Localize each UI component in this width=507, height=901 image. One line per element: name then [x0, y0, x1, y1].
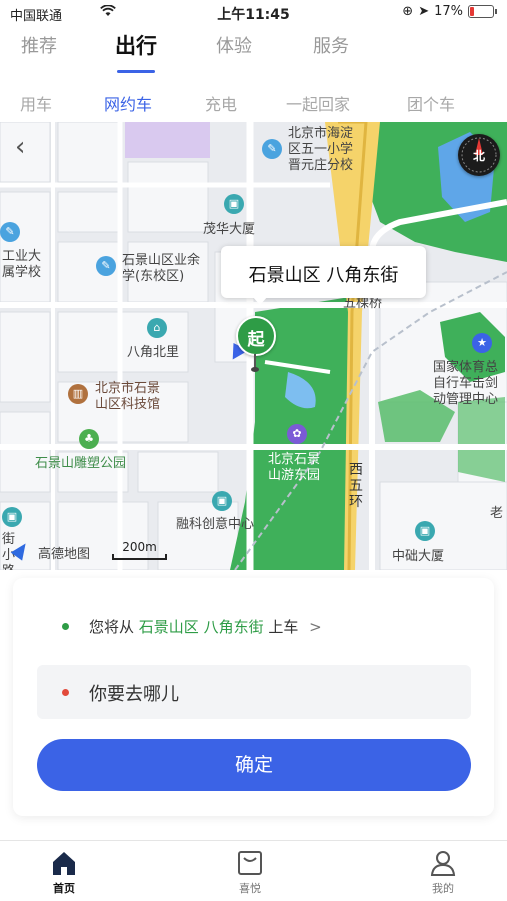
sports-poi-icon[interactable]: ★	[472, 333, 492, 353]
sub-tabs: 用车 网约车 充电 一起回家 团个车	[0, 80, 507, 122]
user-icon	[429, 849, 457, 877]
tab-me[interactable]: 我的	[403, 849, 483, 896]
back-arrow-icon[interactable]: ‹	[15, 134, 25, 160]
pickup-callout-text: 石景山区 八角东街	[248, 265, 399, 286]
tab-recommend[interactable]: 推荐	[21, 32, 57, 58]
subtab-car[interactable]: 用车	[20, 91, 52, 115]
map-scale: 200m	[112, 540, 167, 560]
museum-poi-icon[interactable]: ▥	[68, 384, 88, 404]
school-poi-icon[interactable]: ✎	[96, 256, 116, 276]
confirm-button[interactable]: 确定	[37, 739, 471, 791]
compass-icon[interactable]: 北	[458, 134, 500, 176]
tab-home-label: 首页	[53, 882, 75, 895]
map-label-zhongchu: 中础大厦	[392, 549, 445, 564]
school-poi-icon[interactable]: ✎	[262, 139, 282, 159]
map-label-right-edge: 老	[490, 506, 504, 521]
park-poi-icon[interactable]: ♣	[79, 429, 99, 449]
callout-pointer	[252, 296, 268, 305]
pickup-chevron-icon[interactable]: >	[309, 618, 322, 636]
tab-joy-label: 喜悦	[239, 882, 261, 895]
ride-request-panel: 您将从 石景山区 八角东街 上车 > 你要去哪儿 确定	[13, 578, 494, 816]
school-poi-icon[interactable]: ✎	[0, 222, 20, 242]
location-arrow-icon: ➤	[418, 4, 430, 19]
pin-dot	[251, 367, 259, 372]
battery-percent: 17%	[434, 4, 463, 19]
orientation-lock-icon: ⊕	[402, 4, 414, 19]
pickup-dot-icon	[62, 623, 69, 630]
map-brand: 高德地图	[38, 547, 91, 562]
subtab-ride-hailing[interactable]: 网约车	[104, 91, 152, 115]
map-label-maohua: 茂华大厦	[203, 222, 256, 237]
map-label-school-top: 北京市海淀 区五一小学 晋元庄分校	[288, 126, 354, 173]
pickup-prefix: 您将从	[89, 618, 135, 636]
status-bar: 中国联通 上午11:45 ⊕ ➤ 17%	[0, 0, 507, 26]
tab-me-label: 我的	[432, 882, 454, 895]
map-label-rongke: 融科创意中心	[176, 517, 255, 532]
subtab-group-ride[interactable]: 团个车	[407, 91, 455, 115]
destination-dot-icon	[62, 689, 69, 696]
park-poi-icon[interactable]: ✿	[287, 424, 307, 444]
map-label-cycling-center: 国家体育总 自行车击剑 动管理中心	[433, 360, 499, 407]
map-label-tech-museum: 北京市石景 山区科技馆	[95, 381, 161, 412]
subtab-charging[interactable]: 充电	[205, 91, 237, 115]
map-label-youdong-park: 北京石景 山游东园	[268, 452, 321, 483]
destination-placeholder: 你要去哪儿	[89, 684, 179, 705]
map-label-bajiao-north: 八角北里	[127, 345, 180, 360]
pickup-row[interactable]: 您将从 石景山区 八角东街 上车 >	[13, 606, 494, 646]
map-label-industry-school: 工业大 属学校	[2, 249, 42, 280]
pickup-callout[interactable]: 石景山区 八角东街	[221, 246, 426, 298]
building-poi-icon[interactable]: ▣	[2, 507, 22, 527]
tab-experience[interactable]: 体验	[216, 32, 252, 58]
subtab-go-home-together[interactable]: 一起回家	[286, 91, 350, 115]
building-poi-icon[interactable]: ▣	[224, 194, 244, 214]
pickup-suffix: 上车	[268, 618, 299, 636]
residence-poi-icon[interactable]: ⌂	[147, 318, 167, 338]
map-view[interactable]: 北京市海淀 区五一小学 晋元庄分校 茂华大厦 工业大 属学校 石景山区业余 学(…	[0, 122, 507, 570]
bottom-tab-bar: 首页 喜悦 我的	[0, 840, 507, 901]
building-poi-icon[interactable]: ▣	[415, 521, 435, 541]
map-label-wukeqiao: 五棵桥	[343, 296, 383, 311]
home-icon	[50, 849, 78, 877]
tab-travel[interactable]: 出行	[115, 30, 157, 60]
map-label-yeyu-school: 石景山区业余 学(东校区)	[122, 253, 201, 284]
tab-home[interactable]: 首页	[24, 849, 104, 896]
active-tab-indicator	[117, 70, 155, 73]
top-tabs: 推荐 出行 体验 服务	[0, 26, 507, 76]
start-pin-icon[interactable]: 起	[236, 316, 276, 356]
tab-joy[interactable]: 喜悦	[210, 849, 290, 896]
building-poi-icon[interactable]: ▣	[212, 491, 232, 511]
bag-icon	[236, 849, 264, 877]
battery-icon	[468, 5, 494, 18]
destination-input[interactable]: 你要去哪儿	[37, 665, 471, 719]
tab-service[interactable]: 服务	[313, 32, 349, 58]
map-label-sculpture-park: 石景山雕塑公园	[35, 456, 127, 471]
map-label-west-5th-ring: 西 五 环	[349, 462, 363, 510]
pickup-location[interactable]: 石景山区 八角东街	[139, 618, 264, 636]
